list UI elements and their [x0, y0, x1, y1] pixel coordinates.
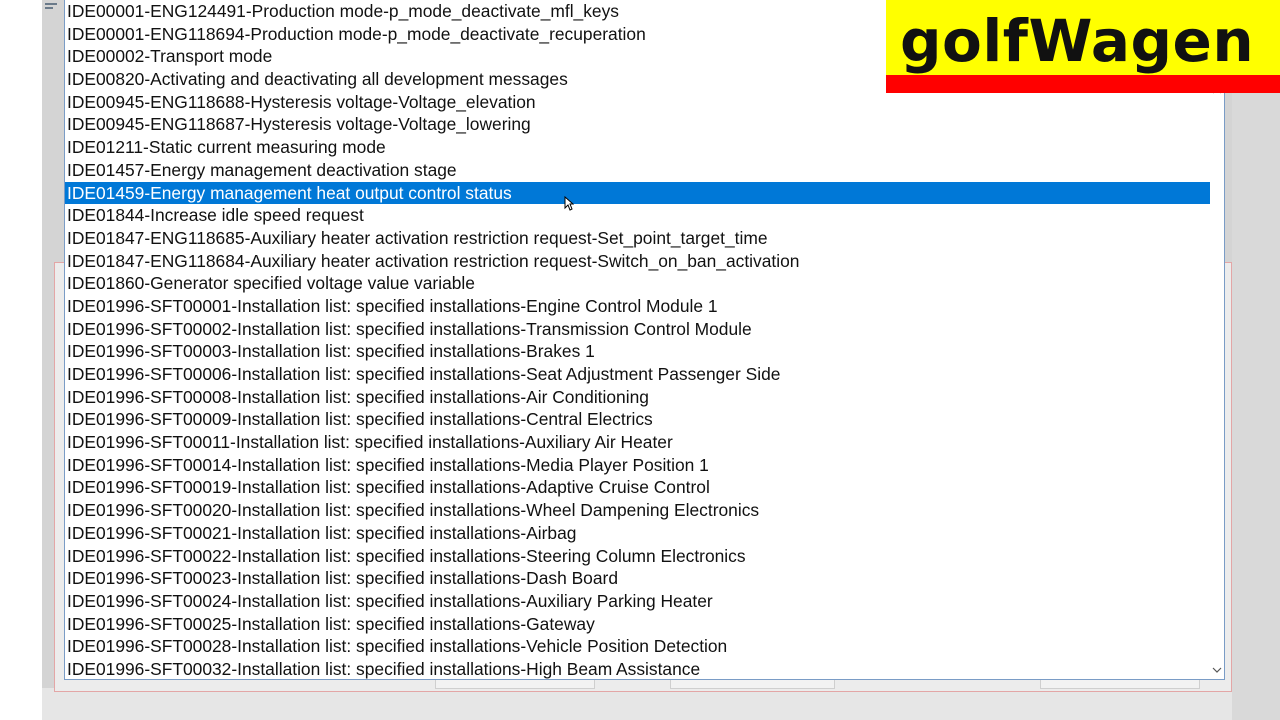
list-item[interactable]: IDE01996-SFT00024-Installation list: spe… [65, 590, 1213, 613]
list-item[interactable]: IDE01996-SFT00032-Installation list: spe… [65, 658, 1213, 679]
list-item[interactable]: IDE01847-ENG118685-Auxiliary heater acti… [65, 227, 1213, 250]
logo-text: golfWagen [900, 7, 1255, 75]
dropdown-list[interactable]: IDE00001-ENG124491-Production mode-p_mod… [64, 0, 1225, 680]
list-item[interactable]: IDE01996-SFT00001-Installation list: spe… [65, 295, 1213, 318]
list-item[interactable]: IDE01996-SFT00014-Installation list: spe… [65, 454, 1213, 477]
list-item[interactable]: IDE01996-SFT00028-Installation list: spe… [65, 635, 1213, 658]
list-items: IDE00001-ENG124491-Production mode-p_mod… [65, 0, 1213, 679]
list-item[interactable]: IDE00945-ENG118687-Hysteresis voltage-Vo… [65, 113, 1213, 136]
list-item[interactable]: IDE01996-SFT00008-Installation list: spe… [65, 386, 1213, 409]
list-item[interactable]: IDE01996-SFT00021-Installation list: spe… [65, 522, 1213, 545]
list-item[interactable]: IDE01844-Increase idle speed request [65, 204, 1213, 227]
list-item[interactable]: IDE01996-SFT00011-Installation list: spe… [65, 431, 1213, 454]
list-item[interactable]: IDE00945-ENG118688-Hysteresis voltage-Vo… [65, 91, 1213, 114]
list-item[interactable]: IDE01996-SFT00019-Installation list: spe… [65, 476, 1213, 499]
list-item[interactable]: IDE01996-SFT00023-Installation list: spe… [65, 567, 1213, 590]
bottom-band [42, 688, 1232, 720]
left-margin [0, 0, 42, 720]
mouse-cursor-icon [564, 195, 575, 212]
right-backdrop [1232, 0, 1280, 720]
window-icon [44, 2, 60, 14]
list-item[interactable]: IDE01847-ENG118684-Auxiliary heater acti… [65, 250, 1213, 273]
list-item[interactable]: IDE01457-Energy management deactivation … [65, 159, 1213, 182]
list-item[interactable]: IDE01996-SFT00020-Installation list: spe… [65, 499, 1213, 522]
list-item[interactable]: IDE01996-SFT00022-Installation list: spe… [65, 545, 1213, 568]
golfwagen-logo: golfWagen [886, 0, 1280, 93]
list-item[interactable]: IDE01996-SFT00025-Installation list: spe… [65, 613, 1213, 636]
screen: IDE00001-ENG124491-Production mode-p_mod… [0, 0, 1280, 720]
list-item[interactable]: IDE01860-Generator specified voltage val… [65, 272, 1213, 295]
list-item[interactable]: IDE01996-SFT00006-Installation list: spe… [65, 363, 1213, 386]
list-item[interactable]: IDE01996-SFT00009-Installation list: spe… [65, 408, 1213, 431]
vertical-scrollbar[interactable] [1210, 0, 1224, 679]
logo-stripe [886, 75, 1280, 93]
list-item-selected[interactable]: IDE01459-Energy management heat output c… [65, 181, 1213, 205]
scroll-down-icon[interactable] [1210, 665, 1224, 677]
list-item[interactable]: IDE01996-SFT00003-Installation list: spe… [65, 340, 1213, 363]
list-item[interactable]: IDE01996-SFT00002-Installation list: spe… [65, 318, 1213, 341]
list-item[interactable]: IDE01211-Static current measuring mode [65, 136, 1213, 159]
